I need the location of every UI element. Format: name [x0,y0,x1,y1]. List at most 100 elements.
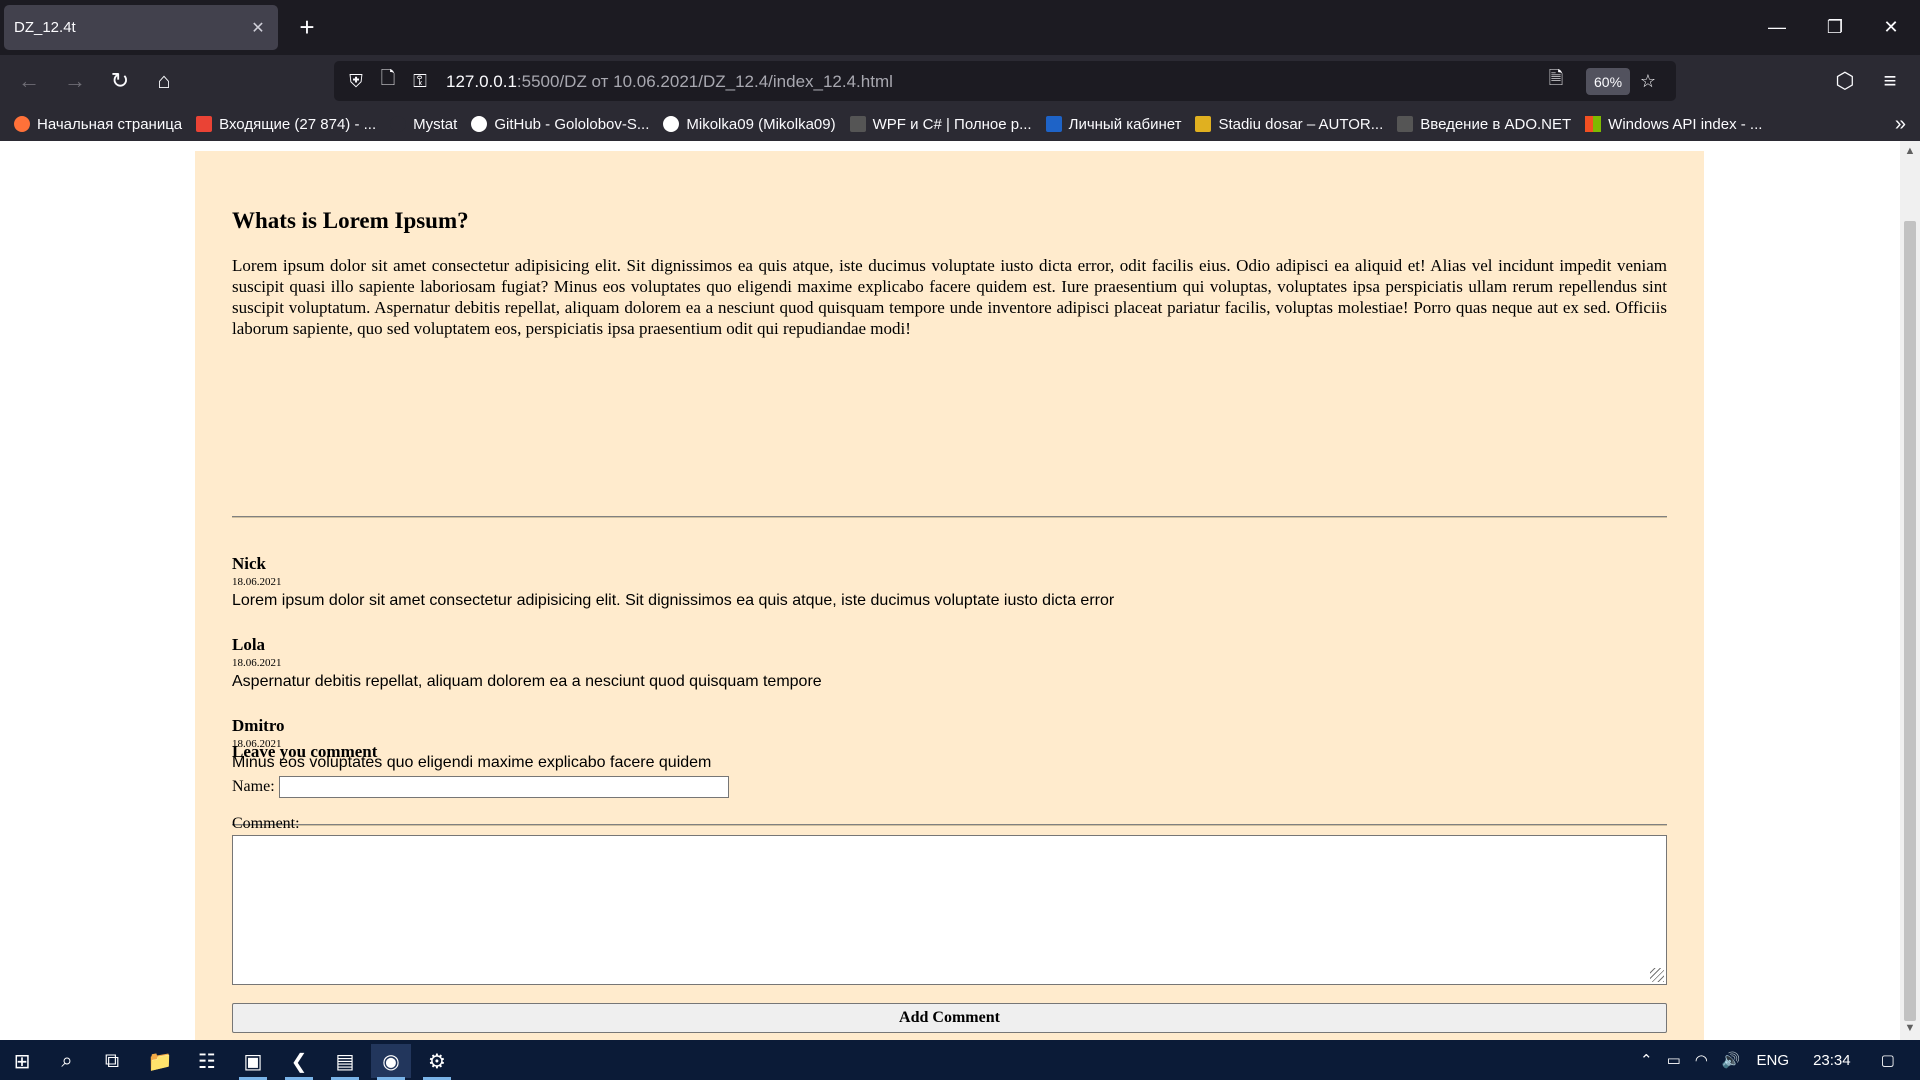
comment-textarea[interactable] [232,835,1667,985]
bookmark-item[interactable]: Начальная страница [14,116,182,133]
bookmark-item[interactable]: Windows API index - ... [1585,116,1762,133]
url-text[interactable]: 127.0.0.1:5500/DZ от 10.06.2021/DZ_12.4/… [446,72,893,92]
comment-label: Comment: [232,815,300,832]
volume-icon[interactable]: 🔊 [1722,1051,1741,1069]
divider [232,516,1667,518]
task-view-icon[interactable]: ⧉ [92,1044,132,1078]
page-title: Whats is Lorem Ipsum? [232,208,469,233]
reader-view-icon[interactable]: 🗎 [1542,67,1570,95]
gmail-icon [196,116,213,132]
restore-icon[interactable]: ❐ [1812,8,1858,46]
app-icon[interactable]: ⚙ [417,1044,457,1080]
comment-text: Aspernatur debitis repellat, aliquam dol… [232,673,822,690]
name-input[interactable] [278,776,729,798]
pocket-icon[interactable]: ⬡ [1828,64,1862,98]
new-tab-button[interactable]: + [292,12,322,42]
battery-icon[interactable]: ▭ [1667,1051,1681,1069]
pdf-reader-icon[interactable]: ▤ [325,1044,365,1080]
bookmark-item[interactable]: Stadiu dosar – AUTOR... [1195,116,1383,133]
github-icon [663,116,680,132]
bookmark-item[interactable]: Входящие (27 874) - ... [196,116,376,133]
bookmark-label: GitHub - Gololobov-S... [494,115,650,133]
comment-author: Dmitro [232,716,285,735]
page-scrollbar[interactable]: ▲ ▼ [1900,141,1920,1040]
reload-icon[interactable]: ↻ [103,64,137,98]
language-indicator[interactable]: ENG [1757,1052,1790,1069]
chevron-right-icon[interactable]: » [1895,113,1906,136]
wifi-icon[interactable]: ◠ [1695,1051,1708,1069]
menu-icon[interactable]: ≡ [1873,64,1907,98]
tab-bar: DZ_12.4t ✕ + — ❐ ✕ [0,0,1920,55]
page-icon[interactable]: 🗋 [374,67,402,95]
page-viewport: Whats is Lorem Ipsum? Lorem ipsum dolor … [0,141,1900,1040]
bookmark-label: Входящие (27 874) - ... [219,115,377,133]
name-row: Name: [232,776,729,798]
app-icon[interactable]: ▣ [233,1044,273,1080]
comment-text: Minus eos voluptates quo eligendi maxime… [232,754,712,771]
comment-text: Lorem ipsum dolor sit amet consectetur a… [232,592,1115,609]
taskbar: ⊞ ⌕ ⧉ 📁 ☷ ▣ ❮ ▤ ◉ ⚙ ⌃ ▭ ◠ 🔊 ENG 23:34 ▢ [0,1040,1920,1080]
home-icon[interactable]: ⌂ [147,64,181,98]
firefox-icon [14,116,30,132]
url-host: 127.0.0.1 [446,72,517,91]
minimize-icon[interactable]: — [1754,8,1800,46]
bookmark-item[interactable]: GitHub - Gololobov-S... [471,116,649,133]
cabinet-icon [1045,116,1062,132]
nav-bar: ← → ↻ ⌂ ⛨ 🗋 ⚿ 127.0.0.1:5500/DZ от 10.06… [0,55,1920,107]
permissions-icon[interactable]: ⚿ [406,67,434,95]
clock[interactable]: 23:34 [1813,1052,1851,1069]
vscode-icon[interactable]: ❮ [279,1044,319,1080]
bookmark-label: Mystat [413,115,458,133]
system-tray: ⌃ ▭ ◠ 🔊 ENG 23:34 ▢ [1640,1040,1895,1080]
forward-arrow-icon[interactable]: → [58,64,92,98]
bookmark-label: Введение в ADO.NET [1420,115,1572,133]
bookmark-item[interactable]: Личный кабинет [1045,115,1182,133]
tab-title: DZ_12.4t [14,19,76,36]
comment-item: Dmitro 18.06.2021 Minus eos voluptates q… [232,716,1667,772]
bookmark-item[interactable]: Введение в ADO.NET [1397,116,1571,133]
shield-icon[interactable]: ⛨ [342,67,370,95]
back-arrow-icon[interactable]: ← [12,64,46,98]
close-tab-icon[interactable]: ✕ [248,18,268,38]
bookmark-label: Mikolka09 (Mikolka09) [686,115,836,133]
teams-icon[interactable]: ☷ [187,1044,227,1078]
scroll-thumb[interactable] [1904,221,1916,1021]
windows-start-icon[interactable]: ⊞ [2,1044,42,1078]
page-icon [849,116,866,132]
firefox-icon[interactable]: ◉ [371,1044,411,1080]
github-icon [471,116,488,132]
bookmark-item[interactable]: Mikolka09 (Mikolka09) [663,115,836,133]
microsoft-icon [1585,116,1602,132]
bookmark-item[interactable]: Mystat [390,116,457,133]
zoom-indicator[interactable]: 60% [1586,68,1631,95]
bookmark-label: Начальная страница [37,115,183,133]
intro-paragraph: Lorem ipsum dolor sit amet consectetur a… [232,256,1667,338]
comment-author: Lola [232,635,266,654]
url-bar[interactable]: ⛨ 🗋 ⚿ 127.0.0.1:5500/DZ от 10.06.2021/DZ… [334,61,1676,101]
url-path: :5500/DZ от 10.06.2021/DZ_12.4/index_12.… [516,72,893,91]
content-container: Whats is Lorem Ipsum? Lorem ipsum dolor … [195,151,1704,1040]
notifications-icon[interactable]: ▢ [1881,1051,1895,1069]
scroll-down-icon[interactable]: ▼ [1903,1021,1917,1035]
bookmark-label: Личный кабинет [1068,115,1182,133]
add-comment-button[interactable]: Add Comment [232,1003,1667,1033]
browser-tab[interactable]: DZ_12.4t ✕ [4,5,278,50]
page-icon [1397,116,1414,132]
resize-handle-icon[interactable] [1650,968,1664,982]
file-explorer-icon[interactable]: 📁 [140,1044,180,1078]
bookmark-star-icon[interactable]: ☆ [1634,67,1662,95]
mystat-icon [390,116,407,132]
chevron-up-icon[interactable]: ⌃ [1640,1051,1653,1069]
bookmark-item[interactable]: WPF и C# | Полное р... [849,116,1032,133]
comment-item: Lola 18.06.2021 Aspernatur debitis repel… [232,635,1667,691]
bookmark-label: Stadiu dosar – AUTOR... [1218,115,1384,133]
close-window-icon[interactable]: ✕ [1868,8,1914,46]
comment-date: 18.06.2021 [232,657,282,669]
search-icon[interactable]: ⌕ [47,1044,87,1078]
comment-item: Nick 18.06.2021 Lorem ipsum dolor sit am… [232,554,1667,610]
comment-author: Nick [232,554,266,573]
form-title: Leave you comment [232,742,378,761]
divider [232,824,1667,826]
bookmark-label: Windows API index - ... [1608,115,1763,133]
scroll-up-icon[interactable]: ▲ [1903,144,1917,158]
